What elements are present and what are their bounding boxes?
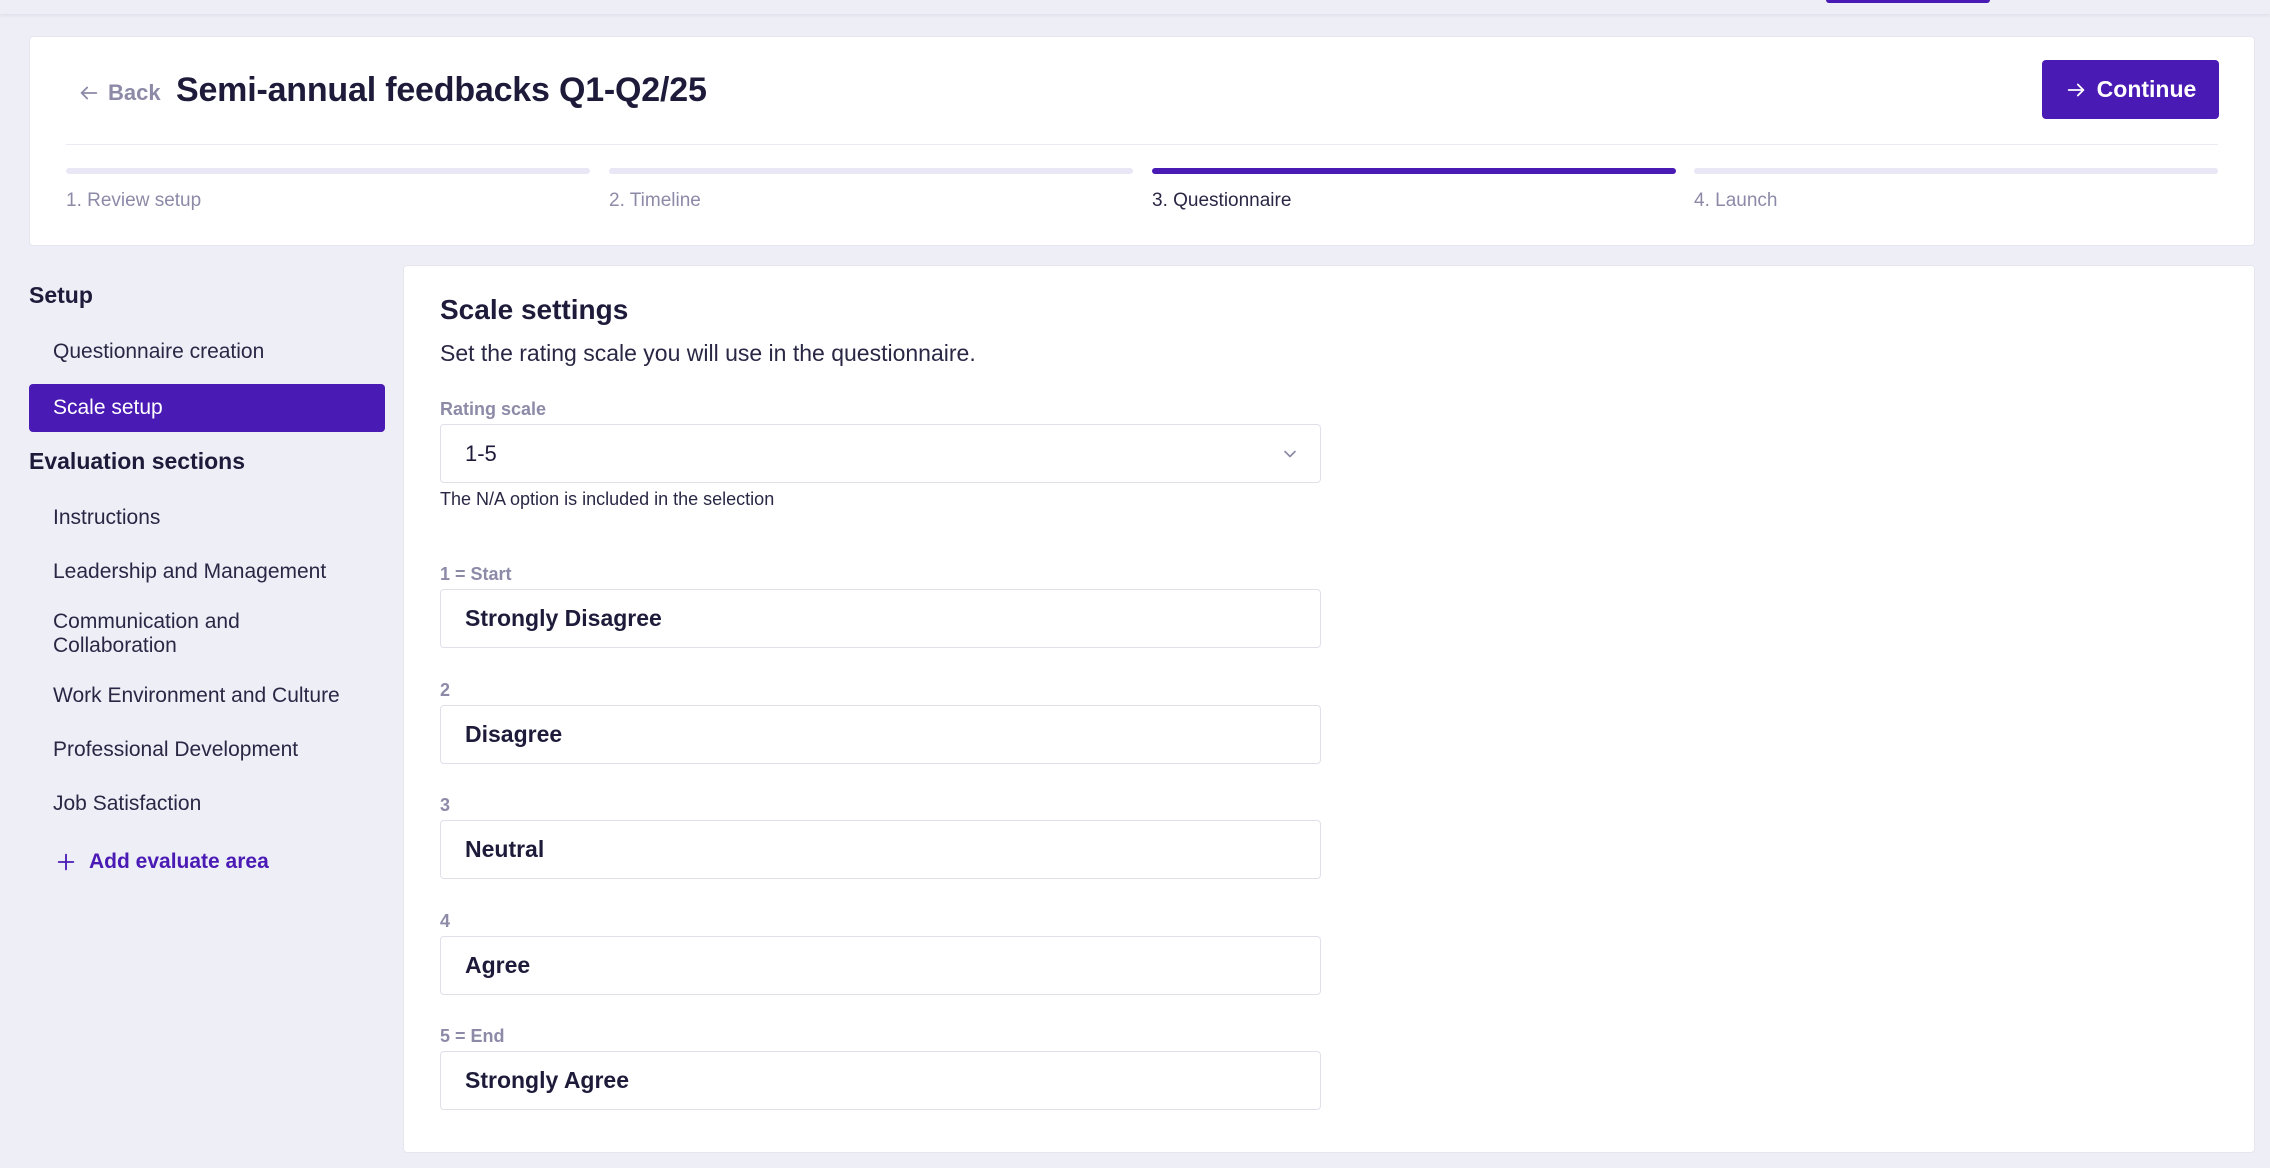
step-progress-bar [609,168,1133,174]
step-progress-bar [1694,168,2218,174]
scale-point-input-1[interactable]: Strongly Disagree [440,589,1321,648]
scale-point-label-5: 5 = End [440,1026,505,1046]
sidebar-item-leadership-and-management[interactable]: Leadership and Management [29,550,385,594]
sidebar: Setup Questionnaire creation Scale setup… [29,282,385,882]
sidebar-item-work-environment-and-culture[interactable]: Work Environment and Culture [29,674,385,718]
arrow-left-icon [80,86,98,100]
sidebar-item-label: Professional Development [53,738,299,761]
rating-scale-select[interactable]: 1-5 [440,424,1321,483]
sidebar-item-label: Communication and Collaboration [53,610,240,657]
progress-steps: 1. Review setup 2. Timeline 3. Questionn… [66,168,2218,228]
scale-point-input-5[interactable]: Strongly Agree [440,1051,1321,1110]
rating-scale-label: Rating scale [440,399,547,419]
plus-icon [57,853,75,871]
rating-scale-helper-text: The N/A option is included in the select… [440,489,775,509]
continue-button-label: Continue [2096,76,2197,102]
scale-point-label-4: 4 [440,911,451,931]
sidebar-item-questionnaire-creation[interactable]: Questionnaire creation [29,330,385,374]
top-nav-bar [0,0,2270,14]
scale-point-input-4[interactable]: Agree [440,936,1321,995]
sidebar-item-professional-development[interactable]: Professional Development [29,728,385,772]
back-button-label: Back [108,80,161,105]
page-title: Semi-annual feedbacks Q1-Q2/25 [176,71,707,109]
sidebar-item-instructions[interactable]: Instructions [29,496,385,540]
arrow-right-icon [2067,83,2084,96]
step-review-setup[interactable]: 1. Review setup [66,168,590,212]
step-timeline[interactable]: 2. Timeline [609,168,1133,212]
sidebar-item-communication-and-collaboration[interactable]: Communication and Collaboration [29,604,385,664]
scale-point-input-3[interactable]: Neutral [440,820,1321,879]
step-progress-bar [66,168,590,174]
scale-point-label-3: 3 [440,795,451,815]
sidebar-item-label: Work Environment and Culture [53,684,340,707]
header-card: Back Semi-annual feedbacks Q1-Q2/25 Cont… [29,36,2255,246]
scale-point-input-2[interactable]: Disagree [440,705,1321,764]
section-description: Set the rating scale you will use in the… [440,340,976,366]
add-evaluate-area-label: Add evaluate area [89,850,269,873]
scale-point-label-2: 2 [440,680,451,700]
step-questionnaire[interactable]: 3. Questionnaire [1152,168,1676,212]
sidebar-heading-evaluation-sections: Evaluation sections [29,448,246,474]
add-evaluate-area-button[interactable]: Add evaluate area [29,842,385,882]
scale-settings-panel: Scale settings Set the rating scale you … [403,265,2255,1153]
section-title: Scale settings [440,294,629,325]
sidebar-item-label: Job Satisfaction [53,792,202,815]
header-divider [66,144,2218,145]
step-label: 4. Launch [1694,190,1778,211]
top-nav-active-tab-indicator[interactable] [1826,0,1990,3]
sidebar-heading-setup: Setup [29,282,93,308]
sidebar-item-label: Questionnaire creation [53,340,265,363]
back-button[interactable]: Back [78,75,161,111]
sidebar-item-scale-setup[interactable]: Scale setup [29,384,385,432]
sidebar-item-job-satisfaction[interactable]: Job Satisfaction [29,782,385,826]
continue-button[interactable]: Continue [2042,60,2219,119]
scale-point-label-1: 1 = Start [440,564,512,584]
chevron-down-icon [1284,450,1296,457]
step-label: 2. Timeline [609,190,701,211]
sidebar-item-label: Scale setup [53,396,163,419]
rating-scale-value: 1-5 [465,440,497,466]
step-label: 1. Review setup [66,190,202,211]
sidebar-item-label: Instructions [53,506,161,529]
step-progress-bar-active [1152,168,1676,174]
step-launch[interactable]: 4. Launch [1694,168,2218,212]
step-label: 3. Questionnaire [1152,190,1292,211]
sidebar-item-label: Leadership and Management [53,560,327,583]
